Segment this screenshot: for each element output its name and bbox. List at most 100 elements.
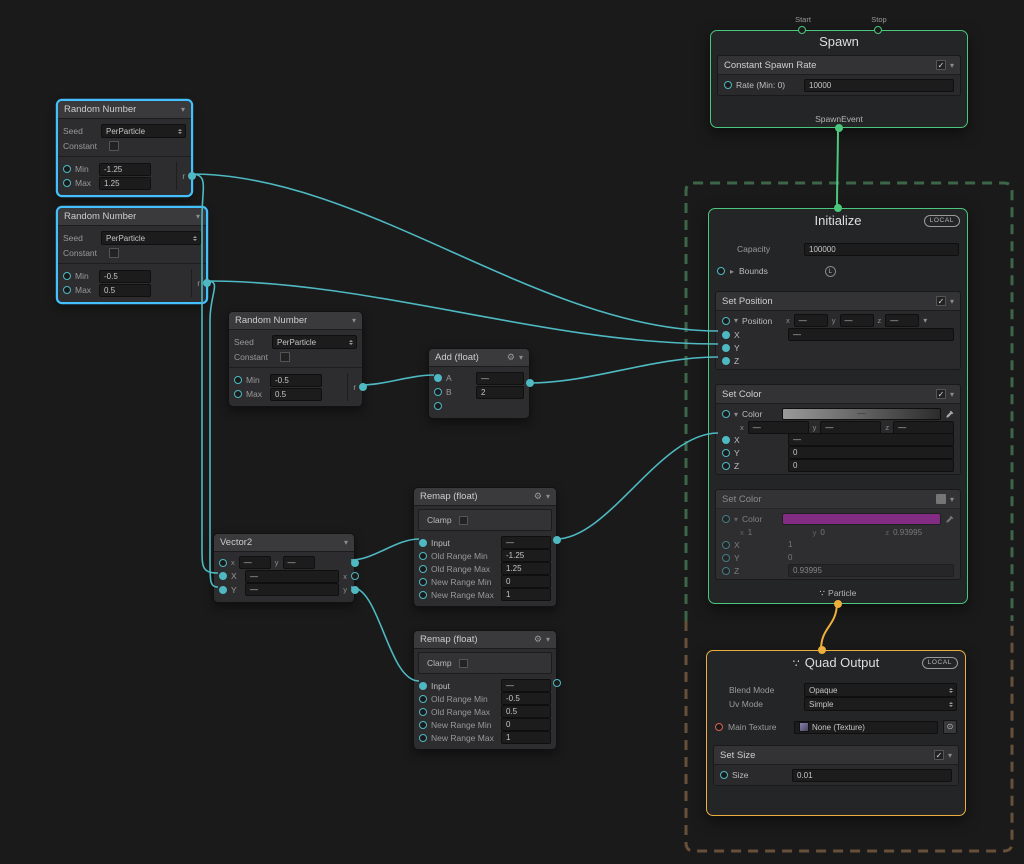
clamp-checkbox[interactable] xyxy=(458,515,468,525)
color-swatch[interactable] xyxy=(782,513,941,525)
constant-checkbox[interactable] xyxy=(109,248,119,258)
max-field[interactable]: 0.5 xyxy=(99,283,151,297)
position-x-port[interactable] xyxy=(722,330,730,339)
main-texture-object-field[interactable]: None (Texture) xyxy=(794,720,938,734)
node-add-float[interactable]: Add (float) ⚙ ▾ A — B 2 xyxy=(428,348,534,419)
size-field[interactable]: 0.01 xyxy=(792,768,952,782)
max-port[interactable] xyxy=(63,179,71,187)
output-port[interactable] xyxy=(553,536,561,544)
main-texture-port[interactable] xyxy=(715,723,723,731)
old-range-min-port[interactable] xyxy=(419,694,427,703)
color-port[interactable] xyxy=(722,515,730,523)
edge-spawn-to-initialize[interactable] xyxy=(836,125,839,209)
z-field[interactable]: 0.93995 xyxy=(788,564,954,577)
min-port[interactable] xyxy=(234,376,242,384)
output-port[interactable] xyxy=(526,379,534,387)
max-field[interactable]: 0.5 xyxy=(270,387,322,401)
edge-initialize-to-quad-output[interactable] xyxy=(820,601,838,651)
node-title[interactable]: Random Number ▾ xyxy=(58,101,191,119)
old-range-min-port[interactable] xyxy=(419,551,427,560)
clamp-checkbox[interactable] xyxy=(458,658,468,668)
seed-dropdown[interactable]: PerParticle xyxy=(272,335,357,349)
blend-mode-dropdown[interactable]: Opaque xyxy=(804,683,957,697)
position-x-field[interactable]: — xyxy=(793,314,828,327)
x-field[interactable]: — xyxy=(245,569,340,583)
color-y-port[interactable] xyxy=(722,553,730,562)
particle-input-port[interactable] xyxy=(818,646,826,654)
position-z-port[interactable] xyxy=(722,356,730,365)
capacity-field[interactable]: 100000 xyxy=(804,242,959,256)
eyedropper-icon[interactable] xyxy=(945,515,954,524)
input-port[interactable] xyxy=(419,681,427,690)
node-title[interactable]: Random Number ▾ xyxy=(229,312,362,330)
y-field[interactable]: 0 xyxy=(788,446,954,459)
block-constant-spawn-rate[interactable]: Constant Spawn Rate ✓ ▾ Rate (Min: 0) 10… xyxy=(717,55,961,96)
gear-icon[interactable]: ⚙ xyxy=(507,352,515,363)
input-field[interactable]: — xyxy=(501,536,551,549)
min-field[interactable]: -0.5 xyxy=(99,269,151,283)
object-picker-button[interactable]: ⊙ xyxy=(943,720,957,734)
color-swatch[interactable]: — xyxy=(782,408,941,420)
context-title[interactable]: Spawn xyxy=(711,31,967,53)
flow-input-port[interactable] xyxy=(833,204,842,212)
y-output-port[interactable] xyxy=(351,585,359,594)
old-range-max-field[interactable]: 0.5 xyxy=(501,705,551,718)
chevron-down-icon[interactable]: ▾ xyxy=(923,316,927,325)
z-field[interactable]: 0 xyxy=(788,459,954,472)
block-enabled-checkbox[interactable] xyxy=(935,494,946,504)
x-output-port[interactable] xyxy=(351,572,359,581)
block-enabled-checkbox[interactable]: ✓ xyxy=(935,60,946,70)
max-port[interactable] xyxy=(63,286,71,294)
node-remap-float-1[interactable]: Remap (float) ⚙ ▾ Clamp Input — Old Range… xyxy=(413,487,561,607)
bounds-port[interactable] xyxy=(717,267,725,275)
block-set-position[interactable]: Set Position ✓ ▾ ▾ Position x — y — z — … xyxy=(715,291,961,370)
x-field[interactable]: — xyxy=(788,328,954,341)
chevron-down-icon[interactable]: ▾ xyxy=(546,635,550,644)
block-header[interactable]: Constant Spawn Rate ✓ ▾ xyxy=(718,56,960,74)
constant-checkbox[interactable] xyxy=(280,352,290,362)
block-set-color-a[interactable]: Set Color ✓ ▾ ▾ Color — x — y — z — X — … xyxy=(715,384,961,475)
spawn-event-port[interactable] xyxy=(834,124,843,132)
rate-field[interactable]: 10000 xyxy=(804,78,954,92)
edge-vector2-to-remap1-input[interactable] xyxy=(350,538,420,561)
constant-checkbox[interactable] xyxy=(109,141,119,151)
context-title[interactable]: ∵ Quad Output LOCAL xyxy=(707,651,965,675)
particle-output-port[interactable] xyxy=(833,600,842,608)
eyedropper-icon[interactable] xyxy=(945,410,954,419)
y-mini-field[interactable]: — xyxy=(282,556,315,570)
b-port[interactable] xyxy=(434,388,442,396)
color-port[interactable] xyxy=(722,410,730,418)
color-y-port[interactable] xyxy=(722,448,730,457)
block-enabled-checkbox[interactable]: ✓ xyxy=(935,389,946,399)
size-port[interactable] xyxy=(720,771,728,779)
edge-random3-to-add-a[interactable] xyxy=(360,374,435,386)
position-y-field[interactable]: — xyxy=(839,314,874,327)
block-header[interactable]: Set Color ▾ xyxy=(716,490,960,508)
new-range-min-port[interactable] xyxy=(419,577,427,586)
old-range-max-field[interactable]: 1.25 xyxy=(501,562,551,575)
uv-mode-dropdown[interactable]: Simple xyxy=(804,697,957,711)
edge-add-to-setposition-z[interactable] xyxy=(528,356,719,384)
node-title[interactable]: Random Number ▾ xyxy=(58,208,206,226)
edge-remap1-to-setcolor-x[interactable] xyxy=(555,432,719,540)
foldout-closed-icon[interactable]: ▸ xyxy=(730,267,734,276)
foldout-open-icon[interactable]: ▾ xyxy=(734,515,738,524)
output-port[interactable] xyxy=(188,172,196,180)
context-quad-output[interactable]: ∵ Quad Output LOCAL Blend Mode Opaque Uv … xyxy=(706,646,966,816)
input-port[interactable] xyxy=(419,538,427,547)
new-range-max-field[interactable]: 1 xyxy=(501,588,551,601)
node-random-number-3[interactable]: Random Number ▾ Seed PerParticle Constan… xyxy=(228,311,367,407)
chevron-down-icon[interactable]: ▾ xyxy=(950,495,954,504)
chevron-down-icon[interactable]: ▾ xyxy=(950,297,954,306)
chevron-down-icon[interactable]: ▾ xyxy=(948,751,952,760)
context-title[interactable]: Initialize LOCAL xyxy=(709,209,967,233)
color-x-port[interactable] xyxy=(722,540,730,549)
chevron-down-icon[interactable]: ▾ xyxy=(352,316,356,325)
old-range-min-field[interactable]: -1.25 xyxy=(501,549,551,562)
start-flow-port[interactable] xyxy=(798,26,806,34)
output-port[interactable] xyxy=(553,679,561,687)
max-port[interactable] xyxy=(234,390,242,398)
chevron-down-icon[interactable]: ▾ xyxy=(950,61,954,70)
node-vector2[interactable]: Vector2 ▾ x — y — X — x Y — y xyxy=(213,533,359,603)
position-y-port[interactable] xyxy=(722,343,730,352)
